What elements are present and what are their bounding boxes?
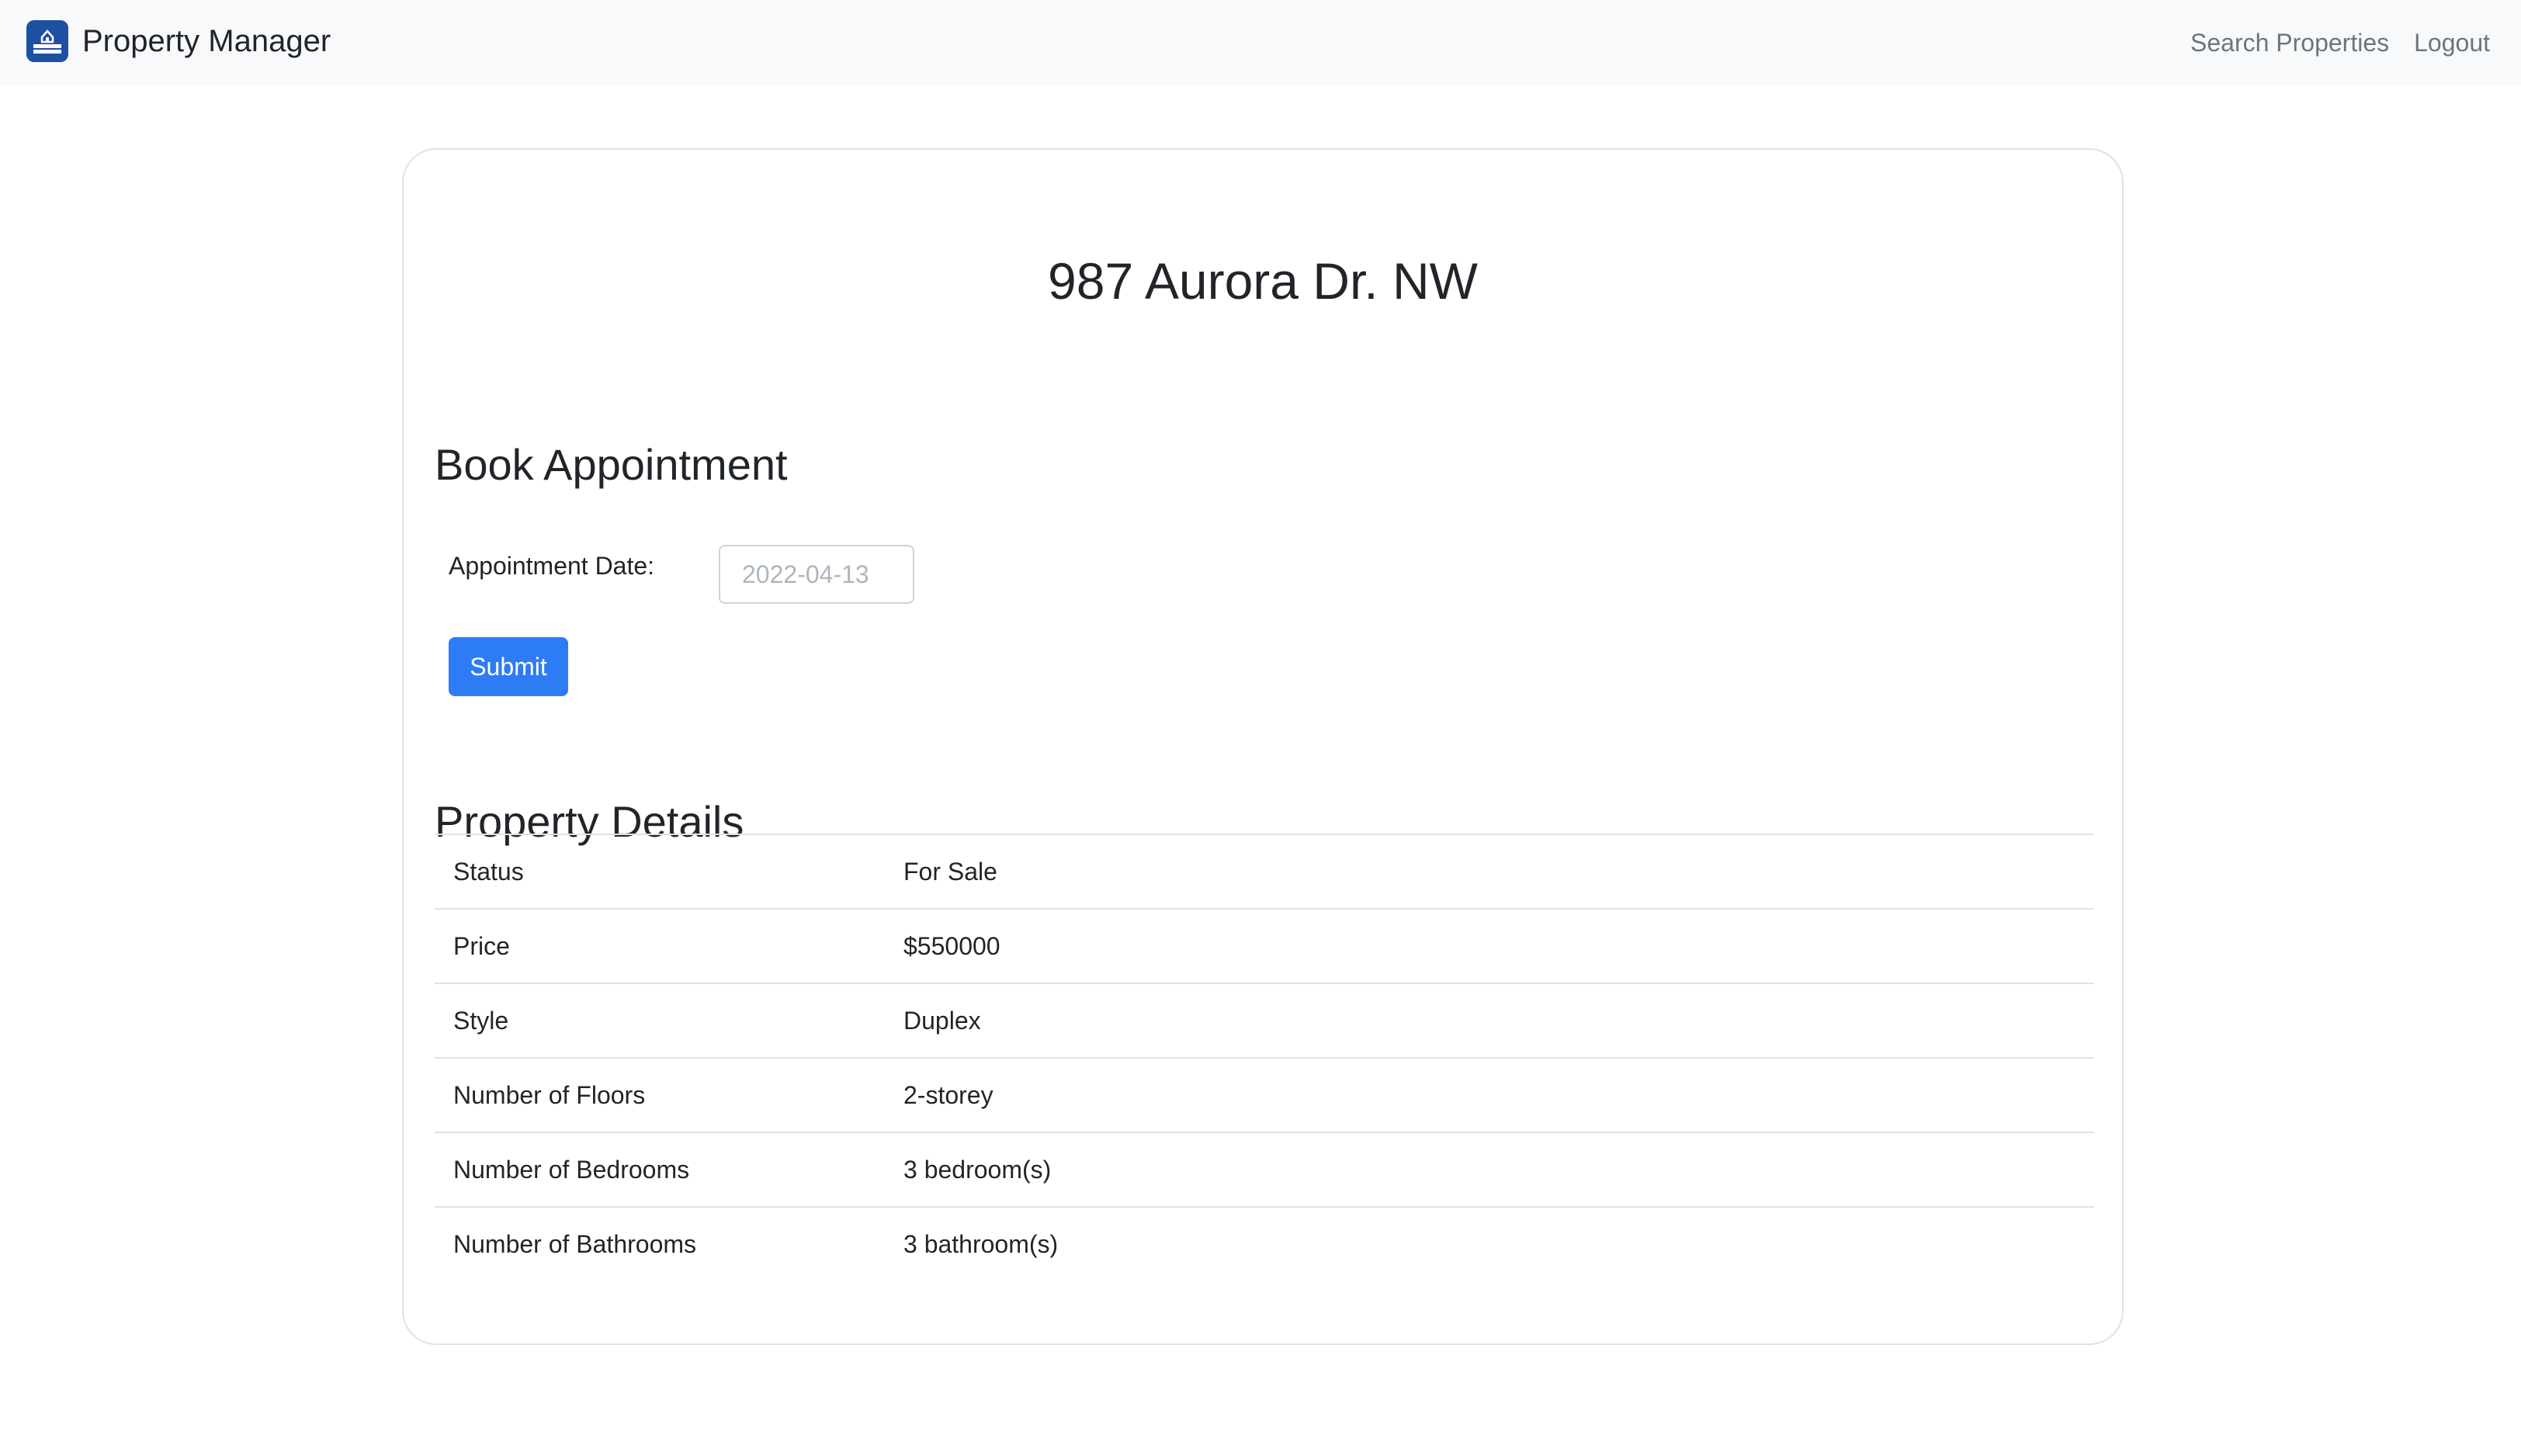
row-value: Duplex — [885, 983, 2094, 1058]
appointment-date-input[interactable] — [719, 545, 914, 604]
appointment-date-label: Appointment Date: — [449, 552, 655, 580]
row-value: 3 bedroom(s) — [885, 1132, 2094, 1207]
property-details-table: Status For Sale Price $550000 Style Dupl… — [435, 834, 2094, 1281]
brand-link[interactable]: Property Manager — [26, 19, 331, 63]
row-key: Price — [435, 908, 885, 983]
row-value: 3 bathroom(s) — [885, 1206, 2094, 1281]
house-icon — [26, 20, 68, 62]
row-key: Number of Bedrooms — [435, 1132, 885, 1207]
row-value: For Sale — [885, 834, 2094, 909]
row-key: Number of Bathrooms — [435, 1206, 885, 1281]
table-row-bathrooms: Number of Bathrooms 3 bathroom(s) — [435, 1206, 2094, 1281]
row-key: Number of Floors — [435, 1057, 885, 1132]
table-row-floors: Number of Floors 2-storey — [435, 1057, 2094, 1132]
table-row-style: Style Duplex — [435, 983, 2094, 1058]
table-row-status: Status For Sale — [435, 834, 2094, 909]
brand-title: Property Manager — [82, 24, 331, 58]
navbar: Property Manager Search Properties Logou… — [0, 0, 2521, 85]
submit-button[interactable]: Submit — [449, 637, 568, 696]
row-key: Style — [435, 983, 885, 1058]
book-appointment-heading: Book Appointment — [435, 440, 788, 489]
nav-link-search-properties[interactable]: Search Properties — [2190, 29, 2389, 57]
property-address: 987 Aurora Dr. NW — [1048, 252, 1478, 310]
table-row-bedrooms: Number of Bedrooms 3 bedroom(s) — [435, 1132, 2094, 1207]
table-row-price: Price $550000 — [435, 908, 2094, 983]
row-key: Status — [435, 834, 885, 909]
nav-link-logout[interactable]: Logout — [2414, 29, 2490, 57]
row-value: $550000 — [885, 908, 2094, 983]
row-value: 2-storey — [885, 1057, 2094, 1132]
property-card: 987 Aurora Dr. NW Book Appointment Appoi… — [402, 148, 2124, 1345]
nav-links: Search Properties Logout — [2166, 23, 2490, 62]
